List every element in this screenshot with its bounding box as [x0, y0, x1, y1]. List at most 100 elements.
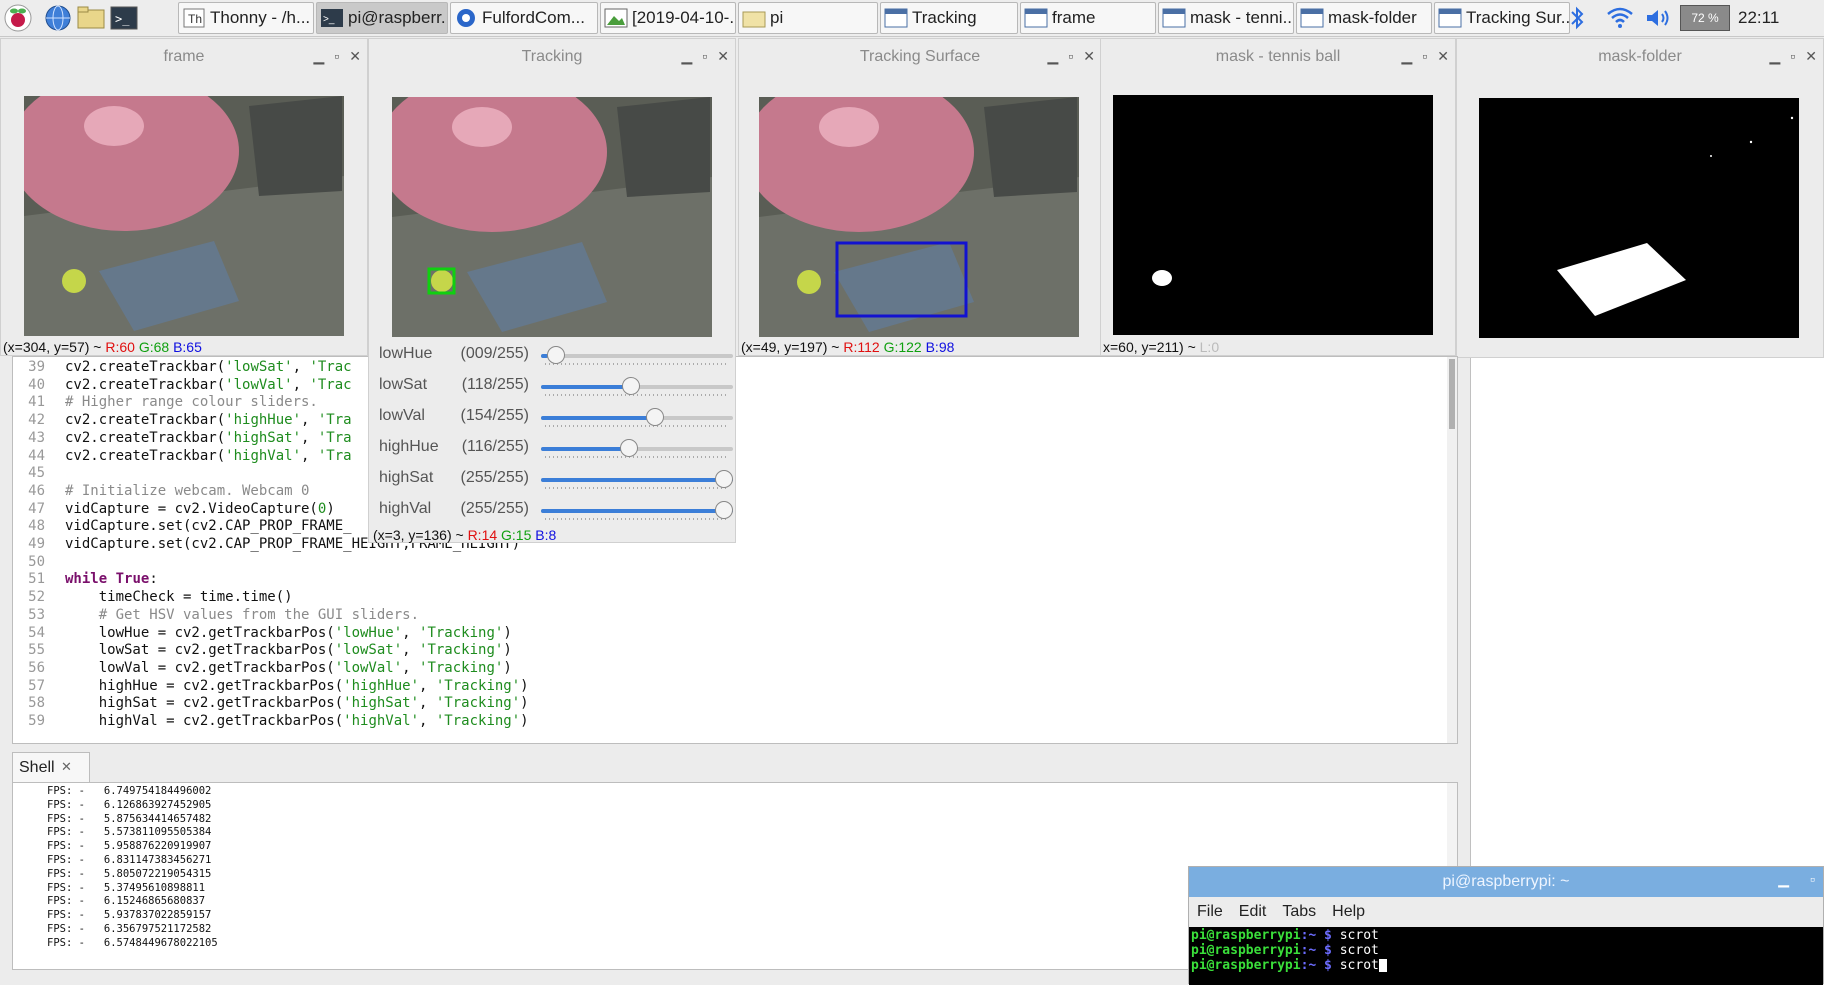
maximize-icon[interactable]: ▫ [1422, 48, 1427, 65]
taskbar-window-button[interactable]: mask-folder [1296, 2, 1432, 34]
battery-indicator[interactable]: 72 % [1680, 5, 1730, 31]
line-number: 51 [28, 571, 45, 588]
taskbar-window-button[interactable]: >_ pi@raspberr... [316, 2, 448, 34]
code-line: cv2.createTrackbar('highVal', 'Tra [65, 447, 352, 464]
bluetooth-icon[interactable] [1568, 6, 1586, 35]
code-line: highHue = cv2.getTrackbarPos('highHue', … [65, 677, 529, 694]
file-manager-icon[interactable] [76, 4, 105, 32]
code-line: timeCheck = time.time() [65, 589, 293, 606]
shell-output-line: FPS: - 5.875634414657482 [47, 812, 212, 825]
trackbar-handle[interactable] [547, 346, 566, 364]
pixel-status: (x=49, y=197) ~ R:112 G:122 B:98 [741, 339, 955, 355]
tab-shell[interactable]: Shell ✕ [12, 752, 90, 782]
shell-output-line: FPS: - 6.5748449678022105 [47, 936, 218, 949]
shell-output-line: FPS: - 5.37495610898811 [47, 881, 206, 894]
minimize-icon[interactable]: ▁ [1402, 48, 1413, 65]
taskbar-window-button[interactable]: FulfordCom... [450, 2, 598, 34]
trackbar-handle[interactable] [646, 408, 665, 426]
close-icon[interactable]: ✕ [61, 759, 72, 775]
minimize-icon[interactable]: ▁ [1048, 48, 1059, 65]
trackbar-handle[interactable] [715, 470, 733, 488]
window-title: mask-folder [1598, 48, 1682, 65]
maximize-icon[interactable]: ▫ [1810, 871, 1815, 887]
minimize-icon[interactable]: ▁ [1770, 48, 1781, 65]
taskbar-window-button[interactable]: [2019-04-10-... [600, 2, 736, 34]
svg-text:>_: >_ [323, 14, 335, 25]
close-icon[interactable]: ✕ [1805, 48, 1817, 65]
trackbar-handle[interactable] [620, 439, 639, 457]
trackbar-row: lowHue (009/255) [369, 341, 735, 372]
terminal-menu-file[interactable]: File [1197, 903, 1223, 921]
editor-scrollbar[interactable] [1447, 357, 1457, 743]
trackbar-handle[interactable] [621, 377, 640, 395]
clock[interactable]: 22:11 [1738, 8, 1779, 28]
shell-output-line: FPS: - 6.126863927452905 [47, 798, 212, 811]
taskbar-window-label: pi@raspberr... [348, 8, 448, 27]
terminal-menu-help[interactable]: Help [1332, 903, 1365, 921]
trackbar-slider[interactable] [541, 478, 733, 482]
terminal-menu-edit[interactable]: Edit [1239, 903, 1267, 921]
code-line: lowVal = cv2.getTrackbarPos('lowVal', 'T… [65, 659, 512, 676]
line-number: 45 [28, 465, 45, 482]
trackbar-row: lowSat (118/255) [369, 372, 735, 403]
line-number: 46 [28, 482, 45, 499]
taskbar: >_ Th Thonny - /h... >_ pi@raspberr... Fulfo… [0, 0, 1824, 37]
cursor [1378, 959, 1387, 972]
web-browser-icon[interactable] [44, 4, 72, 32]
line-number: 44 [28, 447, 45, 464]
volume-icon[interactable] [1644, 6, 1674, 35]
close-icon[interactable]: ✕ [1437, 48, 1449, 65]
taskbar-window-label: mask-folder [1328, 8, 1417, 27]
taskbar-window-button[interactable]: frame [1020, 2, 1156, 34]
code-line: lowHue = cv2.getTrackbarPos('lowHue', 'T… [65, 624, 512, 641]
terminal-titlebar[interactable]: pi@raspberrypi: ~ ▁ ▫ [1189, 867, 1823, 897]
close-icon[interactable]: ✕ [1083, 48, 1095, 65]
window-icon [884, 7, 908, 29]
line-number: 41 [28, 394, 45, 411]
mask-folder-window: mask-folder ▁ ▫ ✕ [1456, 38, 1824, 358]
line-number: 49 [28, 536, 45, 552]
tracking-window: Tracking ▁ ▫ ✕ lowHue (009/255) lowSat (118/2… [368, 38, 736, 543]
taskbar-window-label: Tracking Sur... [1466, 8, 1570, 27]
maximize-icon[interactable]: ▫ [1790, 48, 1795, 65]
trackbar-value: (154/255) [460, 407, 530, 424]
terminal-window: pi@raspberrypi: ~ ▁ ▫ File Edit Tabs Help p… [1188, 866, 1824, 985]
raspberry-menu-icon[interactable] [4, 4, 32, 32]
taskbar-window-button[interactable]: Tracking [880, 2, 1018, 34]
terminal-icon: >_ [320, 7, 344, 29]
trackbar-slider[interactable] [541, 509, 733, 513]
maximize-icon[interactable]: ▫ [1068, 48, 1073, 65]
line-number: 48 [28, 518, 45, 535]
close-icon[interactable]: ✕ [717, 48, 729, 65]
minimize-icon[interactable]: ▁ [682, 48, 693, 65]
taskbar-window-button[interactable]: mask - tenni... [1158, 2, 1294, 34]
code-line: vidCapture = cv2.VideoCapture(0) [65, 500, 335, 517]
line-number: 52 [28, 589, 45, 606]
line-number: 53 [28, 606, 45, 623]
terminal-menu-tabs[interactable]: Tabs [1282, 903, 1316, 921]
tracking-surface-window: Tracking Surface ▁ ▫ ✕ (x=49, y=197) ~ R:1… [738, 38, 1102, 356]
thonny-icon: Th [182, 7, 206, 29]
trackbar-value: (116/255) [461, 438, 529, 455]
code-line: cv2.createTrackbar('lowSat', 'Trac [65, 359, 352, 375]
trackbar-slider[interactable] [541, 416, 733, 420]
tracking-surface-image [744, 72, 1079, 337]
minimize-icon[interactable]: ▁ [314, 48, 325, 65]
window-icon [1024, 7, 1048, 29]
close-icon[interactable]: ✕ [349, 48, 361, 65]
maximize-icon[interactable]: ▫ [334, 48, 339, 65]
taskbar-window-button[interactable]: Th Thonny - /h... [178, 2, 314, 34]
minimize-icon[interactable]: ▁ [1778, 871, 1789, 888]
trackbar-handle[interactable] [715, 501, 733, 519]
trackbar-slider[interactable] [541, 354, 733, 358]
terminal-output[interactable]: pi@raspberrypi:~ $ scrot pi@raspberrypi:~… [1189, 927, 1823, 985]
terminal-launcher-icon[interactable]: >_ [110, 4, 138, 32]
taskbar-window-label: Thonny - /h... [210, 8, 311, 27]
line-number: 42 [28, 412, 45, 429]
taskbar-window-button[interactable]: Tracking Sur... [1434, 2, 1570, 34]
wifi-icon[interactable] [1606, 6, 1634, 35]
code-line: cv2.createTrackbar('highHue', 'Tra [65, 412, 352, 429]
taskbar-window-button[interactable]: pi [738, 2, 878, 34]
maximize-icon[interactable]: ▫ [702, 48, 707, 65]
camera-image [9, 71, 344, 336]
